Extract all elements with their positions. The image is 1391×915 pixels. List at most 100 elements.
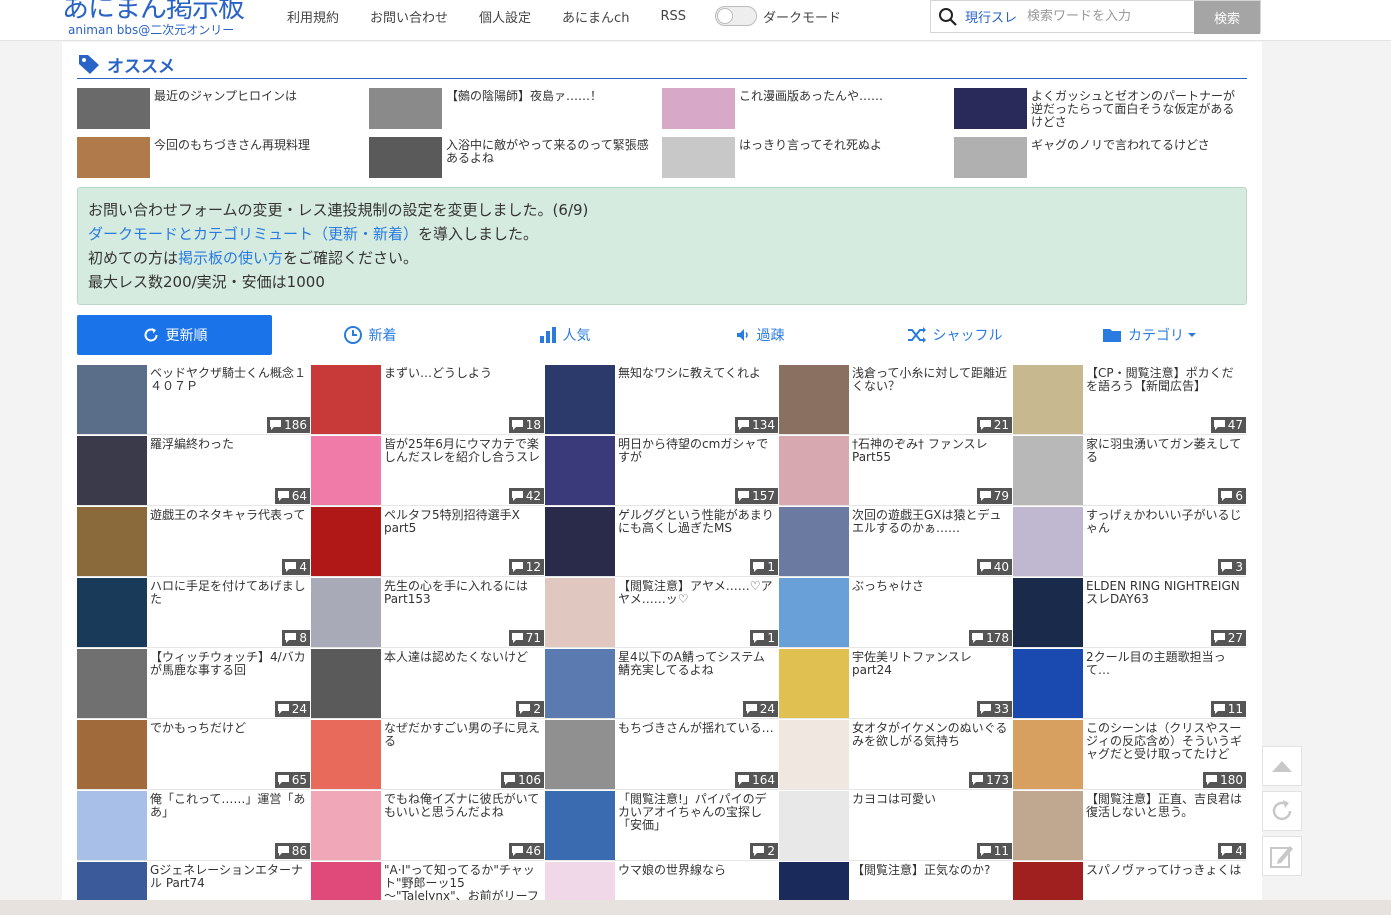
notice-darkmode-link[interactable]: ダークモードとカテゴリミュート（更新・新着）: [88, 225, 418, 243]
thread-title[interactable]: 無知なワシに教えてくれよ: [618, 367, 775, 380]
thread-thumbnail[interactable]: [77, 436, 147, 505]
thread-thumbnail[interactable]: [545, 365, 615, 434]
thread-thumbnail[interactable]: [1013, 365, 1083, 434]
thread-thumbnail[interactable]: [1013, 649, 1083, 718]
thread-thumbnail[interactable]: [1013, 436, 1083, 505]
recommend-thumbnail[interactable]: [954, 137, 1027, 178]
thread-card[interactable]: 女オタがイケメンのぬいぐるみを欲しがる気持ち 173: [779, 720, 1012, 790]
reload-button[interactable]: [1262, 791, 1302, 831]
thread-thumbnail[interactable]: [77, 720, 147, 789]
thread-title[interactable]: ゲルググという性能があまりにも高くし過ぎたMS: [618, 509, 775, 535]
thread-card[interactable]: 羅浮編終わった 64: [77, 436, 310, 506]
thread-card[interactable]: †石神のぞみ† ファンスレPart55 79: [779, 436, 1012, 506]
thread-thumbnail[interactable]: [311, 578, 381, 647]
thread-thumbnail[interactable]: [1013, 507, 1083, 576]
thread-title[interactable]: 宇佐美リトファンスレ part24: [852, 651, 1009, 677]
thread-card[interactable]: でもね俺イズナに彼氏がいてもいいと思うんだよね 46: [311, 791, 544, 861]
thread-title[interactable]: 羅浮編終わった: [150, 438, 307, 451]
thread-card[interactable]: ぶっちゃけさ 178: [779, 578, 1012, 648]
recommend-thumbnail[interactable]: [369, 88, 442, 129]
thread-card[interactable]: 皆が25年6月にウマカテで楽しんだスレを紹介し合うスレ 42: [311, 436, 544, 506]
thread-card[interactable]: なぜだかすごい男の子に見える 106: [311, 720, 544, 790]
thread-card[interactable]: 浅倉って小糸に対して距離近くない？ 21: [779, 365, 1012, 435]
nav-rss[interactable]: RSS: [660, 9, 686, 24]
thread-title[interactable]: ウマ娘の世界線なら: [618, 864, 775, 877]
thread-thumbnail[interactable]: [311, 507, 381, 576]
thread-card[interactable]: 俺「これって……」運営「ああ」 86: [77, 791, 310, 861]
thread-card[interactable]: すっげぇかわいい子がいるじゃん 3: [1013, 507, 1246, 577]
thread-card[interactable]: 【閲覧注意】正直、吉良君は復活しないと思う。 4: [1013, 791, 1246, 861]
tab-category[interactable]: カテゴリ: [1052, 315, 1247, 355]
thread-card[interactable]: このシーンは（クリスやスージィの反応含め）そういうギャグだと受け取ってたけど 18…: [1013, 720, 1246, 790]
recommend-item[interactable]: はっきり言ってそれ死ぬよ: [662, 137, 947, 178]
thread-thumbnail[interactable]: [545, 791, 615, 860]
nav-settings[interactable]: 個人設定: [479, 7, 531, 26]
thread-card[interactable]: ペルタフ5特別招待選手X part5 12: [311, 507, 544, 577]
thread-card[interactable]: まずい…どうしよう 18: [311, 365, 544, 435]
thread-thumbnail[interactable]: [545, 507, 615, 576]
tab-sparse[interactable]: 過疎: [662, 315, 857, 355]
thread-title[interactable]: ハロに手足を付けてあげました: [150, 580, 307, 606]
new-thread-button[interactable]: [1262, 836, 1302, 876]
thread-card[interactable]: 先生の心を手に入れるにはPart153 71: [311, 578, 544, 648]
tab-new[interactable]: 新着: [272, 315, 467, 355]
thread-thumbnail[interactable]: [779, 791, 849, 860]
thread-thumbnail[interactable]: [779, 578, 849, 647]
search-input[interactable]: [1027, 9, 1183, 24]
thread-title[interactable]: 皆が25年6月にウマカテで楽しんだスレを紹介し合うスレ: [384, 438, 541, 464]
thread-title[interactable]: このシーンは（クリスやスージィの反応含め）そういうギャグだと受け取ってたけど: [1086, 722, 1243, 761]
thread-thumbnail[interactable]: [77, 578, 147, 647]
nav-contact[interactable]: お問い合わせ: [370, 7, 448, 26]
recommend-item-title[interactable]: はっきり言ってそれ死ぬよ: [735, 137, 882, 178]
thread-card[interactable]: 【ウィッチウォッチ】4/バカが馬鹿な事する回 24: [77, 649, 310, 719]
thread-title[interactable]: 遊戯王のネタキャラ代表って: [150, 509, 307, 522]
tab-popular[interactable]: 人気: [467, 315, 662, 355]
recommend-item-title[interactable]: これ漫画版あったんや……: [735, 88, 883, 129]
scroll-top-button[interactable]: [1262, 746, 1302, 786]
search-button[interactable]: 検索: [1194, 1, 1260, 34]
thread-title[interactable]: 女オタがイケメンのぬいぐるみを欲しがる気持ち: [852, 722, 1009, 748]
recommend-item[interactable]: 最近のジャンプヒロインは: [77, 88, 362, 129]
recommend-item[interactable]: 【鵺の陰陽師】夜島ァ……！: [369, 88, 654, 129]
recommend-item[interactable]: ギャグのノリで言われてるけどさ: [954, 137, 1239, 178]
thread-title[interactable]: カヨコは可愛い: [852, 793, 1009, 806]
recommend-item[interactable]: 入浴中に敵がやって来るのって緊張感あるよね: [369, 137, 654, 178]
thread-card[interactable]: ゲルググという性能があまりにも高くし過ぎたMS 1: [545, 507, 778, 577]
thread-card[interactable]: でかもっちだけど 65: [77, 720, 310, 790]
thread-thumbnail[interactable]: [545, 436, 615, 505]
thread-title[interactable]: もちづきさんが揺れている…: [618, 722, 775, 735]
thread-card[interactable]: 次回の遊戯王GXは猿とデュエルするのかぁ…… 40: [779, 507, 1012, 577]
thread-thumbnail[interactable]: [545, 578, 615, 647]
recommend-item[interactable]: これ漫画版あったんや……: [662, 88, 947, 129]
thread-title[interactable]: 2クール目の主題歌担当って…: [1086, 651, 1243, 677]
thread-title[interactable]: 俺「これって……」運営「ああ」: [150, 793, 307, 819]
dark-mode-toggle[interactable]: [714, 6, 757, 26]
thread-card[interactable]: 2クール目の主題歌担当って… 11: [1013, 649, 1246, 719]
thread-card[interactable]: 無知なワシに教えてくれよ 134: [545, 365, 778, 435]
thread-card[interactable]: 遊戯王のネタキャラ代表って 4: [77, 507, 310, 577]
nav-terms[interactable]: 利用規約: [287, 7, 339, 26]
thread-thumbnail[interactable]: [77, 649, 147, 718]
thread-title[interactable]: ベッドヤクザ騎士くん概念１４０７Ｐ: [150, 367, 307, 393]
thread-thumbnail[interactable]: [311, 791, 381, 860]
thread-card[interactable]: 【閲覧注意】アヤメ……♡アヤメ……ッ♡ 1: [545, 578, 778, 648]
thread-title[interactable]: でかもっちだけど: [150, 722, 307, 735]
thread-thumbnail[interactable]: [77, 791, 147, 860]
thread-thumbnail[interactable]: [779, 365, 849, 434]
thread-card[interactable]: ベッドヤクザ騎士くん概念１４０７Ｐ 186: [77, 365, 310, 435]
thread-card[interactable]: ハロに手足を付けてあげました 8: [77, 578, 310, 648]
thread-title[interactable]: 浅倉って小糸に対して距離近くない？: [852, 367, 1009, 393]
thread-card[interactable]: 「閲覧注意!」パイパイのデカいアオイちゃんの宝探し「安価」 2: [545, 791, 778, 861]
thread-card[interactable]: 本人達は認めたくないけど 2: [311, 649, 544, 719]
thread-title[interactable]: 【CP・閲覧注意】ポカくだを語ろう【新聞広告】: [1086, 367, 1243, 393]
thread-title[interactable]: 【閲覧注意】正直、吉良君は復活しないと思う。: [1086, 793, 1243, 819]
thread-card[interactable]: ELDEN RING NIGHTREIGN スレDAY63 27: [1013, 578, 1246, 648]
thread-title[interactable]: ELDEN RING NIGHTREIGN スレDAY63: [1086, 580, 1243, 606]
thread-thumbnail[interactable]: [779, 720, 849, 789]
recommend-thumbnail[interactable]: [77, 137, 150, 178]
thread-title[interactable]: すっげぇかわいい子がいるじゃん: [1086, 509, 1243, 535]
recommend-item-title[interactable]: 入浴中に敵がやって来るのって緊張感あるよね: [442, 137, 654, 178]
thread-title[interactable]: 「閲覧注意!」パイパイのデカいアオイちゃんの宝探し「安価」: [618, 793, 775, 832]
thread-title[interactable]: 【閲覧注意】アヤメ……♡アヤメ……ッ♡: [618, 580, 775, 606]
recommend-thumbnail[interactable]: [369, 137, 442, 178]
